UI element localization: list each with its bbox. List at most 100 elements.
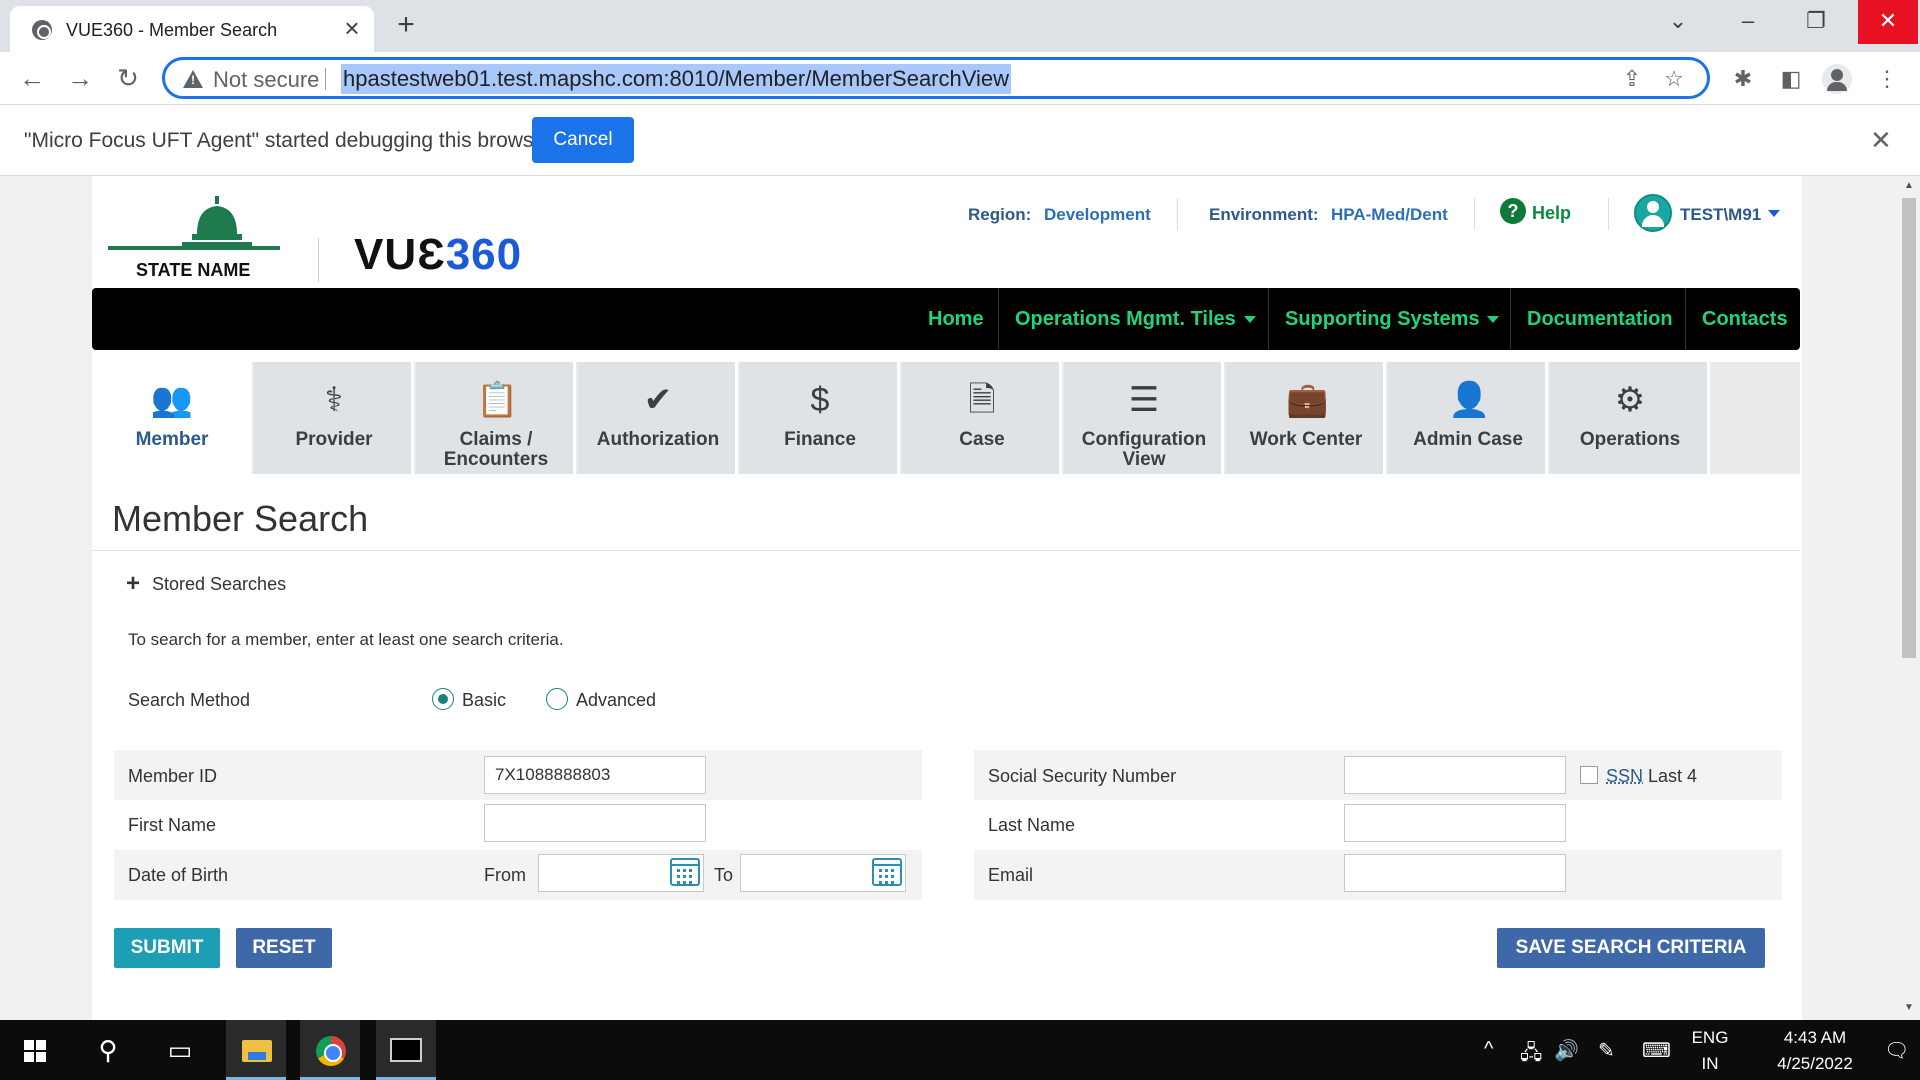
url-text[interactable]: hpastestweb01.test.mapshc.com:8010/Membe… xyxy=(341,64,1012,94)
dob-to-label: To xyxy=(714,865,734,885)
reload-icon[interactable]: ↻ xyxy=(110,60,146,96)
chrome-icon xyxy=(316,1036,346,1066)
side-panel-icon[interactable]: ◧ xyxy=(1776,64,1806,94)
page-scrollbar[interactable]: ▲ ▼ xyxy=(1898,176,1920,1020)
region-value: Development xyxy=(1044,205,1151,224)
brand-logo[interactable]: VUƐ360 xyxy=(354,230,522,280)
member-id-input[interactable]: 7X1088888803 xyxy=(484,756,706,794)
gears-icon: ⚙ xyxy=(1614,381,1646,419)
email-input[interactable] xyxy=(1344,854,1566,892)
windows-start-icon[interactable] xyxy=(24,1040,46,1062)
tile-work-center[interactable]: 💼 Work Center xyxy=(1226,362,1386,474)
tile-label: Provider xyxy=(295,429,373,450)
ssn-label: Social Security Number xyxy=(988,766,1177,786)
extensions-icon[interactable]: ✱ xyxy=(1728,64,1758,94)
divider xyxy=(1177,198,1178,230)
search-icon[interactable]: ⚲ xyxy=(78,1020,138,1080)
tile-finance[interactable]: $ Finance xyxy=(740,362,900,474)
submit-button[interactable]: SUBMIT xyxy=(114,928,220,968)
infobar-cancel-button[interactable]: Cancel xyxy=(532,117,634,163)
chevron-down-icon[interactable] xyxy=(1768,210,1780,217)
volume-icon[interactable]: 🔊 xyxy=(1554,1038,1579,1063)
profile-icon[interactable] xyxy=(1822,64,1852,94)
forward-icon[interactable]: → xyxy=(62,60,98,96)
new-tab-icon[interactable]: + xyxy=(390,10,422,42)
browser-tab[interactable]: VUE360 - Member Search × xyxy=(10,6,374,52)
nav-home[interactable]: Home xyxy=(912,288,1000,350)
clock-date[interactable]: 4/25/2022 xyxy=(1750,1054,1880,1074)
tile-claims-encounters[interactable]: 📋 Claims / Encounters xyxy=(416,362,576,474)
reset-button[interactable]: RESET xyxy=(236,928,332,968)
tile-configuration-view[interactable]: ☰ Configuration View xyxy=(1064,362,1224,474)
environment-label: Environment: xyxy=(1209,205,1319,224)
tile-provider[interactable]: ⚕ Provider xyxy=(254,362,414,474)
claims-icon: 📋 xyxy=(476,381,519,419)
radio-basic[interactable] xyxy=(432,688,454,710)
tile-label: Finance xyxy=(784,429,856,450)
address-bar[interactable]: Not secure hpastestweb01.test.mapshc.com… xyxy=(162,57,1710,99)
nav-supporting-systems[interactable]: Supporting Systems xyxy=(1268,288,1515,350)
task-view-icon[interactable]: ▭ xyxy=(150,1020,210,1080)
menu-icon[interactable]: ⋮ xyxy=(1872,64,1902,94)
stored-searches-toggle[interactable]: Stored Searches xyxy=(152,574,286,595)
calendar-icon[interactable] xyxy=(670,858,700,886)
region-indicator[interactable]: IN xyxy=(1688,1054,1732,1074)
briefcase-icon: 💼 xyxy=(1286,381,1329,419)
scroll-up-icon[interactable]: ▲ xyxy=(1902,180,1916,191)
first-name-input[interactable] xyxy=(484,804,706,842)
scroll-down-icon[interactable]: ▼ xyxy=(1902,1002,1916,1013)
chevron-up-icon[interactable]: ^ xyxy=(1484,1038,1493,1061)
help-icon[interactable]: ? xyxy=(1500,198,1526,224)
dob-from-label: From xyxy=(484,865,526,885)
minimize-icon[interactable]: – xyxy=(1718,0,1778,44)
tile-member[interactable]: 👥 Member xyxy=(92,362,252,474)
radio-advanced-label[interactable]: Advanced xyxy=(576,690,656,711)
nav-operations-mgmt-tiles[interactable]: Operations Mgmt. Tiles xyxy=(998,288,1272,350)
nav-documentation[interactable]: Documentation xyxy=(1510,288,1689,350)
tab-search-icon[interactable]: ⌄ xyxy=(1648,0,1708,44)
divider xyxy=(1474,198,1475,230)
ssn-input[interactable] xyxy=(1344,756,1566,794)
security-label[interactable]: Not secure xyxy=(213,67,319,93)
notifications-icon[interactable]: 🗨 xyxy=(1884,1038,1909,1063)
language-label[interactable]: ENG xyxy=(1688,1028,1732,1048)
scrollbar-thumb[interactable] xyxy=(1902,198,1916,658)
network-icon[interactable]: 🖧 xyxy=(1520,1038,1542,1072)
search-method-label: Search Method xyxy=(128,690,251,710)
tile-label: Case xyxy=(959,429,1005,450)
brand-part2: 360 xyxy=(445,230,523,279)
radio-basic-label[interactable]: Basic xyxy=(462,690,506,711)
tile-operations[interactable]: ⚙ Operations xyxy=(1550,362,1710,474)
expand-plus-icon[interactable]: + xyxy=(126,572,140,596)
calendar-icon[interactable] xyxy=(872,858,902,886)
restore-icon[interactable]: ❐ xyxy=(1786,0,1846,44)
radio-advanced[interactable] xyxy=(546,688,568,710)
ssn-link[interactable]: SSN xyxy=(1606,766,1643,787)
close-icon[interactable]: ✕ xyxy=(1870,125,1892,156)
state-name: STATE NAME xyxy=(136,260,251,280)
close-tab-icon[interactable]: × xyxy=(338,14,366,42)
share-icon[interactable]: ⇪ xyxy=(1619,66,1645,92)
user-menu[interactable]: TEST\M91 xyxy=(1680,205,1761,225)
tile-case[interactable]: 🗎 Case xyxy=(902,362,1062,474)
back-icon[interactable]: ← xyxy=(14,60,50,96)
browser-toolbar: ← → ↻ Not secure hpastestweb01.test.maps… xyxy=(0,52,1920,104)
last-name-input[interactable] xyxy=(1344,804,1566,842)
infobar-text: "Micro Focus UFT Agent" started debuggin… xyxy=(24,129,553,152)
ssn-last4-checkbox[interactable] xyxy=(1580,766,1598,784)
user-avatar-icon[interactable] xyxy=(1634,194,1672,232)
finance-icon: $ xyxy=(810,381,830,419)
page-content: STATE NAME VUƐ360 Region: Development En… xyxy=(92,176,1802,1020)
close-window-icon[interactable]: ✕ xyxy=(1858,0,1918,44)
ssn-last4-label: Last 4 xyxy=(1648,766,1698,786)
help-link[interactable]: Help xyxy=(1532,203,1571,224)
keyboard-icon[interactable]: ⌨ xyxy=(1642,1038,1671,1063)
star-icon[interactable]: ☆ xyxy=(1661,66,1687,92)
tile-admin-case[interactable]: 👤 Admin Case xyxy=(1388,362,1548,474)
nav-contacts[interactable]: Contacts xyxy=(1685,288,1804,350)
nav-supporting-label: Supporting Systems xyxy=(1285,308,1480,330)
pen-icon[interactable]: ✎ xyxy=(1598,1038,1615,1063)
tile-authorization[interactable]: ✔ Authorization xyxy=(578,362,738,474)
save-search-criteria-button[interactable]: SAVE SEARCH CRITERIA xyxy=(1497,928,1765,968)
clock-time[interactable]: 4:43 AM xyxy=(1750,1028,1880,1048)
